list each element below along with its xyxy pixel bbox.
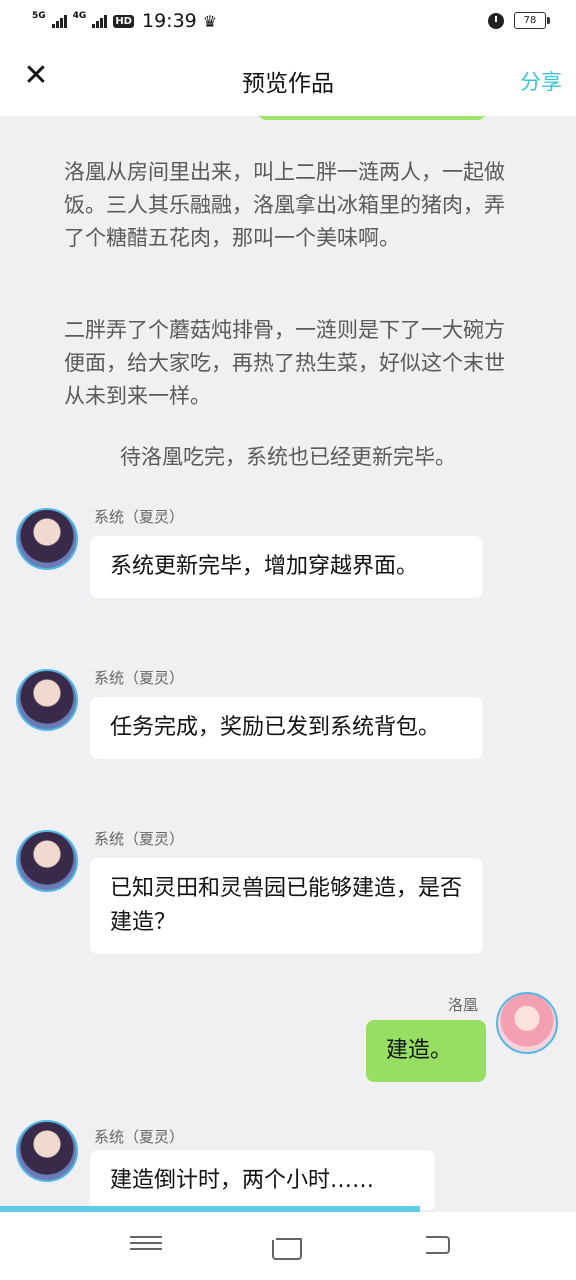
back-icon[interactable] (420, 1232, 452, 1260)
signal-icon (51, 14, 67, 28)
hd-badge: HD (113, 14, 134, 28)
message-bubble[interactable]: 任务完成，奖励已发到系统背包。 (90, 697, 483, 759)
status-right: 78 (488, 12, 550, 29)
signal-icon (92, 14, 108, 28)
share-button[interactable]: 分享 (520, 66, 562, 96)
home-icon[interactable] (272, 1232, 304, 1260)
avatar[interactable] (16, 1120, 78, 1182)
status-bar: 5G 4G HD 19:39 ♛ 78 (0, 0, 576, 44)
avatar[interactable] (16, 830, 78, 892)
avatar[interactable] (496, 992, 558, 1054)
narration-paragraph: 待洛凰吃完，系统也已经更新完毕。 (120, 445, 456, 469)
message-bubble[interactable]: 已知灵田和灵兽园已能够建造，是否建造？ (90, 858, 483, 954)
sender-name: 系统（夏灵） (94, 508, 185, 526)
battery-icon: 78 (514, 12, 550, 29)
sender-name: 系统（夏灵） (94, 830, 185, 848)
avatar[interactable] (16, 508, 78, 570)
previous-message-bubble (258, 116, 486, 120)
system-nav-bar (0, 1212, 576, 1280)
clock: 19:39 (141, 10, 197, 32)
narration-paragraph: 洛凰从房间里出来，叫上二胖一涟两人，一起做饭。三人其乐融融，洛凰拿出冰箱里的猪肉… (64, 160, 505, 250)
nav-bar: ✕ 预览作品 分享 (0, 44, 576, 116)
page-title: 预览作品 (242, 71, 334, 97)
message-bubble[interactable]: 建造。 (366, 1020, 486, 1082)
alarm-icon (488, 12, 504, 29)
chat-content[interactable]: 洛凰从房间里出来，叫上二胖一涟两人，一起做饭。三人其乐融融，洛凰拿出冰箱里的猪肉… (0, 116, 576, 1210)
avatar[interactable] (16, 669, 78, 731)
narration-paragraph: 二胖弄了个蘑菇炖排骨，一涟则是下了一大碗方便面，给大家吃，再热了热生菜，好似这个… (64, 318, 505, 408)
message-bubble[interactable]: 系统更新完毕，增加穿越界面。 (90, 536, 483, 598)
status-left: 5G 4G HD 19:39 ♛ (32, 10, 217, 32)
menu-icon[interactable] (130, 1232, 162, 1260)
network-5g-label: 5G (32, 10, 46, 21)
crown-icon: ♛ (202, 11, 218, 31)
sender-name: 洛凰 (448, 996, 479, 1014)
network-4g-label: 4G (72, 10, 87, 21)
message-bubble[interactable]: 建造倒计时，两个小时…… (90, 1150, 435, 1210)
sender-name: 系统（夏灵） (94, 669, 185, 687)
sender-name: 系统（夏灵） (94, 1128, 185, 1146)
